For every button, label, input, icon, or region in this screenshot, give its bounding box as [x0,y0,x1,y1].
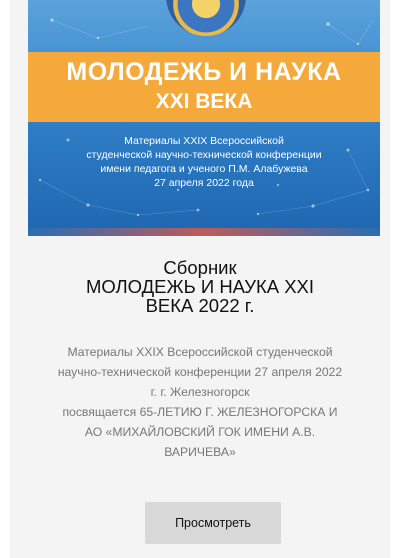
card-description: Материалы XXIX Всероссийской студенческо… [30,342,370,462]
card-title-line: Сборник [163,257,237,278]
cover-title-band: МОЛОДЕЖЬ И НАУКА XXI ВЕКА [28,52,380,122]
description-line: г. г. Железногорск [150,385,250,399]
publication-card: МОЛОДЕЖЬ И НАУКА XXI ВЕКА Материалы XXIX… [10,0,390,558]
card-title-line: ВЕКА 2022 г. [145,295,255,316]
card-title-line: МОЛОДЕЖЬ И НАУКА XXI [85,276,315,297]
description-line: ВАРИЧЕВА» [164,445,236,459]
cover-title-line-2: XXI ВЕКА [155,90,253,113]
view-button[interactable]: Просмотреть [145,502,281,544]
cover-subtitle: Материалы XXIX Всероссийской студенческо… [48,134,360,190]
cover-subtitle-line: имени педагога и ученого П.М. Алабужева [100,163,308,175]
description-line: Материалы XXIX Всероссийской студенческо… [67,345,333,359]
description-line: посвящается 65-ЛЕТИЮ Г. ЖЕЛЕЗНОГОРСКА И [62,405,338,419]
cover-subtitle-line: Материалы XXIX Всероссийской [124,135,284,147]
description-line: АО «МИХАЙЛОВСКИЙ ГОК ИМЕНИ А.В. [84,425,316,439]
card-title: Сборник МОЛОДЕЖЬ И НАУКА XXI ВЕКА 2022 г… [30,258,370,315]
cover-subtitle-line: 27 апреля 2022 года [154,177,254,189]
cover-subtitle-line: студенческой научно-технической конферен… [86,149,322,161]
cover-title-line-1: МОЛОДЕЖЬ И НАУКА [66,58,342,86]
cover-bottom-strip [28,228,380,236]
description-line: научно-технической конференции 27 апреля… [57,365,343,379]
cover-image[interactable]: МОЛОДЕЖЬ И НАУКА XXI ВЕКА Материалы XXIX… [28,0,380,236]
